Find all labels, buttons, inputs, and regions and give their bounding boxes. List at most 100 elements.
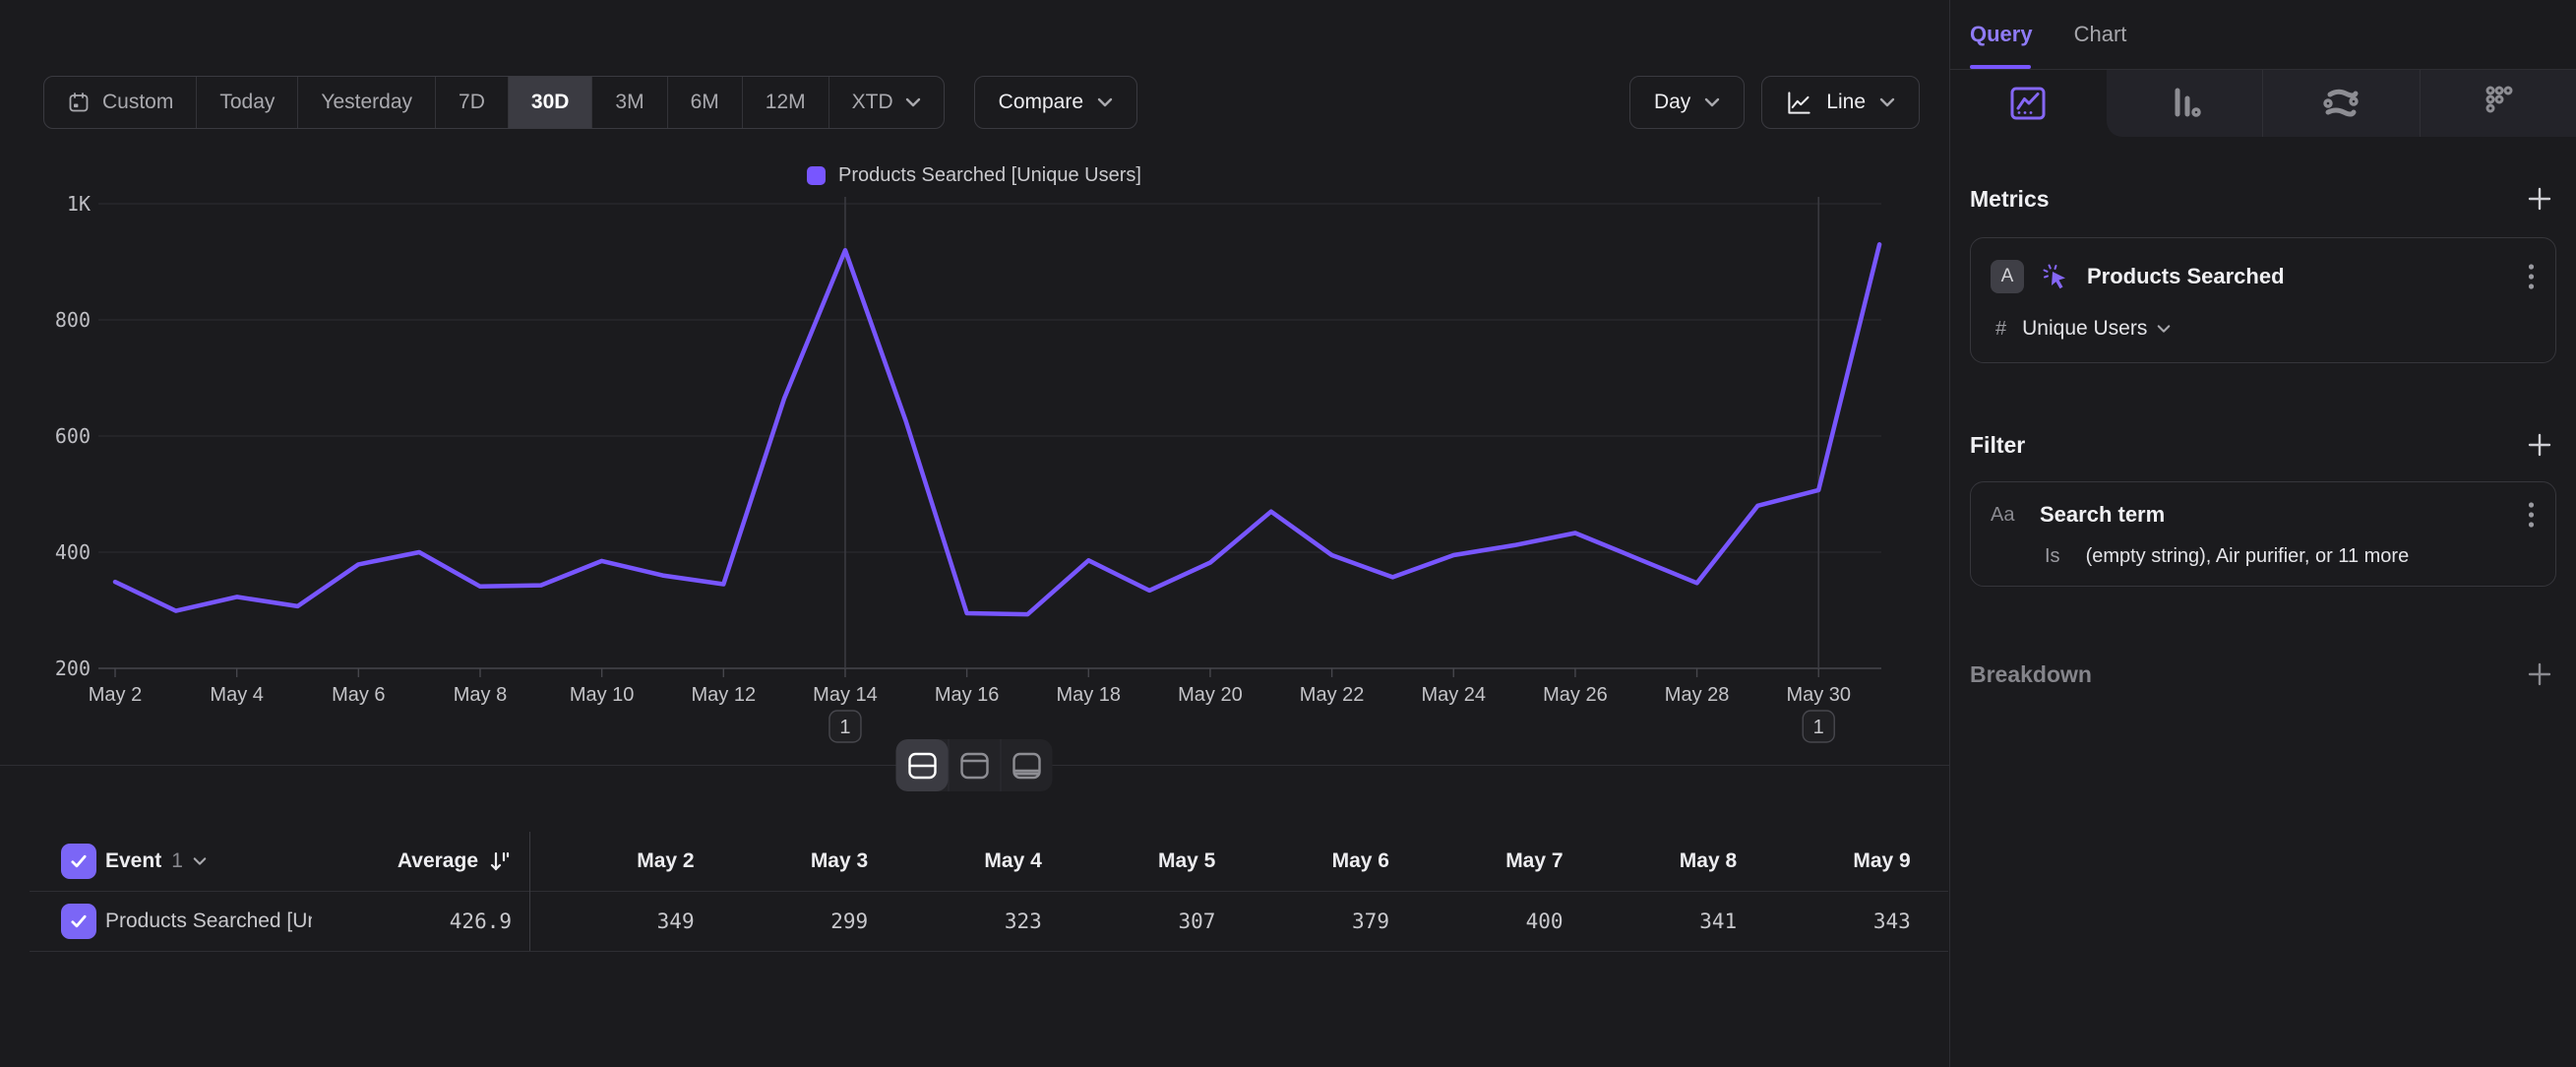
query-sidebar: Query Chart [1949,0,2576,1067]
tab-query[interactable]: Query [1970,22,2033,47]
view-toggle-table-only[interactable] [1001,739,1053,791]
svg-text:600: 600 [55,424,91,448]
view-toggle-split-view[interactable] [896,739,949,791]
flow-chart-icon [2318,81,2363,126]
svg-text:May 8: May 8 [454,684,507,706]
metric-card[interactable]: A Products Searched # Unique Users [1970,237,2556,363]
metrics-header: Metrics [1970,182,2556,216]
average-value-cell: 426.9 [312,910,519,933]
string-property-icon: Aa [1991,504,2024,527]
filter-menu-button[interactable] [2526,500,2536,530]
active-tab-indicator [1970,65,2031,69]
aggregation-selector[interactable]: Unique Users [2022,317,2171,341]
plus-icon [2525,184,2554,214]
results-table: Event 1 Average May 2May 3May 4May 5May … [30,832,1948,952]
value-cell: 323 [878,910,1052,933]
filter-value[interactable]: (empty string), Air purifier, or 11 more [2086,545,2410,568]
filter-title: Filter [1970,432,2025,459]
aggregation-label: Unique Users [2022,317,2147,341]
date-value-cells: 349299323307379400341343 [530,910,1921,933]
svg-text:1K: 1K [67,192,91,216]
add-filter-button[interactable] [2523,428,2556,462]
value-cell: 343 [1747,910,1921,933]
check-icon [68,850,90,872]
date-column-header[interactable]: May 2 [530,849,705,873]
date-column-header[interactable]: May 4 [878,849,1052,873]
filter-operator[interactable]: Is [2045,545,2060,568]
event-label: Event [105,849,161,873]
kebab-menu-icon [2528,500,2535,530]
metric-letter-badge: A [1991,260,2024,293]
date-column-header[interactable]: May 7 [1399,849,1573,873]
svg-text:May 2: May 2 [89,684,142,706]
tab-bar-chart[interactable] [2107,70,2263,137]
bar-chart-icon [2162,81,2207,126]
sidebar-content: Metrics A Products Searched [1950,182,2576,691]
svg-text:800: 800 [55,308,91,332]
tab-flow-chart[interactable] [2262,70,2420,137]
svg-text:May 10: May 10 [570,684,635,706]
chart-only-icon [958,750,992,782]
main-panel: CustomTodayYesterday7D30D3M6M12MXTD Comp… [0,0,1949,1067]
metric-name: Products Searched [2087,264,2510,289]
svg-text:May 12: May 12 [692,684,757,706]
aggregation-symbol: # [1995,318,2006,341]
event-count: 1 [171,849,183,873]
metrics-grid-icon [2476,81,2521,126]
svg-text:May 6: May 6 [332,684,385,706]
select-all-checkbox[interactable] [61,844,96,879]
add-metric-button[interactable] [2523,182,2556,216]
sort-descending-icon [488,848,512,874]
date-column-header[interactable]: May 6 [1225,849,1399,873]
tab-metrics-grid[interactable] [2420,70,2576,137]
chart-type-tabs [1950,70,2576,137]
plus-icon [2525,430,2554,460]
value-cell: 379 [1225,910,1399,933]
tab-insights-chart[interactable] [1950,70,2107,137]
filter-card[interactable]: Aa Search term Is (empty string), Air pu… [1970,481,2556,587]
svg-text:May 26: May 26 [1543,684,1608,706]
insights-chart-icon [2005,81,2051,126]
svg-text:May 18: May 18 [1056,684,1121,706]
cursor-click-icon [2040,261,2071,292]
chevron-down-icon [193,856,207,866]
table-only-icon [1011,750,1044,782]
view-toggle [896,739,1053,791]
filter-property-name: Search term [2040,502,2510,528]
series-name-cell[interactable]: Products Searched [Un... [105,910,312,933]
view-toggle-chart-only[interactable] [949,739,1001,791]
svg-text:May 22: May 22 [1300,684,1365,706]
breakdown-title: Breakdown [1970,661,2092,688]
svg-text:May 28: May 28 [1665,684,1730,706]
metrics-title: Metrics [1970,186,2050,213]
table-header-row: Event 1 Average May 2May 3May 4May 5May … [30,832,1948,892]
tab-chart[interactable]: Chart [2074,22,2127,47]
svg-text:May 24: May 24 [1421,684,1486,706]
table-row: Products Searched [Un... 426.9 349299323… [30,892,1948,952]
value-cell: 349 [530,910,705,933]
svg-text:May 4: May 4 [210,684,263,706]
chevron-down-icon [2157,324,2171,334]
metric-menu-button[interactable] [2526,262,2536,291]
date-column-header[interactable]: May 5 [1052,849,1226,873]
svg-text:May 30: May 30 [1786,684,1851,706]
svg-text:May 14: May 14 [813,684,878,706]
row-checkbox[interactable] [61,904,96,939]
event-column-header[interactable]: Event 1 [105,849,312,873]
add-breakdown-button[interactable] [2523,658,2556,691]
sidebar-tabs: Query Chart [1950,0,2576,70]
value-cell: 307 [1052,910,1226,933]
svg-text:1: 1 [1813,717,1824,738]
filter-header: Filter [1970,428,2556,462]
date-column-header[interactable]: May 8 [1573,849,1748,873]
average-label: Average [398,849,478,873]
date-column-headers: May 2May 3May 4May 5May 6May 7May 8May 9 [530,849,1921,873]
date-column-header[interactable]: May 9 [1747,849,1921,873]
value-cell: 299 [705,910,879,933]
value-cell: 341 [1573,910,1748,933]
date-column-header[interactable]: May 3 [705,849,879,873]
average-column-header[interactable]: Average [312,848,519,874]
plus-icon [2525,659,2554,689]
svg-text:200: 200 [55,657,91,680]
line-chart[interactable]: 2004006008001KMay 2May 4May 6May 8May 10… [0,0,1949,778]
